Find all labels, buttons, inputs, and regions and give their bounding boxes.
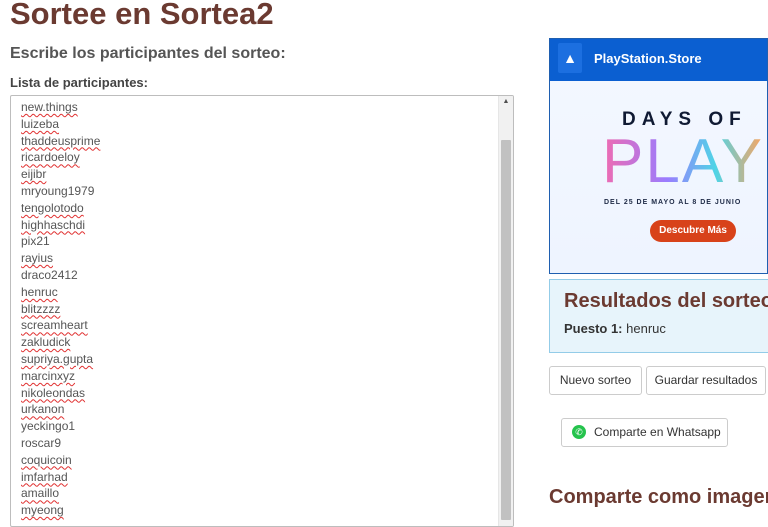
results-box: Resultados del sorteo Puesto 1: henruc	[549, 279, 768, 353]
participant-line: marcinxyz	[21, 368, 76, 383]
participant-line: luizeba	[21, 116, 60, 131]
section-heading: Escribe los participantes del sorteo:	[10, 45, 286, 62]
participant-line: myeong	[21, 503, 64, 518]
participant-line: roscar9	[21, 435, 62, 450]
ad-cta-button[interactable]: Descubre Más	[650, 220, 736, 242]
participant-line: tengolotodo	[21, 200, 84, 215]
ad-header: ▲ PlayStation.Store	[550, 39, 767, 81]
participant-line: yeckingo1	[21, 419, 76, 434]
participant-line: supriya.gupta	[21, 351, 94, 366]
playstation-icon: ▲	[558, 43, 582, 73]
page-title: Sortee en Sortea2	[10, 0, 274, 31]
participant-line: coquicoin	[21, 452, 72, 467]
scroll-up-arrow-icon[interactable]: ▲	[499, 96, 513, 108]
participant-line: thaddeusprime	[21, 133, 101, 148]
participant-line: imfarhad	[21, 469, 68, 484]
participants-section: Escribe los participantes del sorteo: Li…	[10, 44, 514, 527]
participant-line: henruc	[21, 284, 58, 299]
place-label: Puesto 1:	[564, 321, 623, 336]
participants-textarea[interactable]: new.things luizeba thaddeusprime ricardoelo…	[10, 95, 514, 527]
participants-list-label: Lista de participantes:	[10, 75, 148, 90]
place-winner: henruc	[626, 321, 666, 336]
scroll-thumb[interactable]	[501, 140, 511, 520]
share-whatsapp-button[interactable]: ✆ Comparte en Whatsapp	[561, 418, 728, 447]
participant-line: rayius	[21, 251, 54, 266]
participant-line: zakludick	[21, 335, 71, 350]
ad-headline-play: PLAY	[602, 127, 764, 196]
new-draw-button[interactable]: Nuevo sorteo	[549, 366, 642, 395]
participant-line: nikoleondas	[21, 385, 86, 400]
textarea-scrollbar[interactable]: ▲	[498, 96, 513, 526]
participant-line: eijibr	[21, 167, 47, 182]
participant-line: new.things	[21, 100, 78, 114]
participant-line: amaillo	[21, 486, 60, 501]
share-whatsapp-label: Comparte en Whatsapp	[594, 425, 721, 439]
ad-dates: DEL 25 DE MAYO AL 8 DE JUNIO	[604, 199, 742, 206]
participant-line: blitzzzz	[21, 301, 61, 316]
whatsapp-icon: ✆	[572, 425, 586, 439]
participant-line: pix21	[21, 234, 50, 249]
participant-line: draco2412	[21, 267, 78, 282]
participants-lines: new.things luizeba thaddeusprime ricardoelo…	[21, 99, 100, 519]
participant-line: urkanon	[21, 402, 65, 417]
results-title: Resultados del sorteo	[564, 290, 768, 312]
participant-line: highhaschdi	[21, 217, 86, 232]
share-image-heading: Comparte como imagen	[549, 486, 768, 508]
participant-line: ricardoeloy	[21, 150, 80, 165]
results-place-1: Puesto 1: henruc	[564, 321, 666, 336]
participant-line: screamheart	[21, 318, 88, 333]
ad-store-name: PlayStation.Store	[594, 51, 702, 66]
playstation-ad-banner[interactable]: ▲ PlayStation.Store DAYS OF PLAY DEL 25 …	[549, 38, 768, 274]
save-results-button[interactable]: Guardar resultados	[646, 366, 766, 395]
participant-line: mryoung1979	[21, 183, 95, 198]
